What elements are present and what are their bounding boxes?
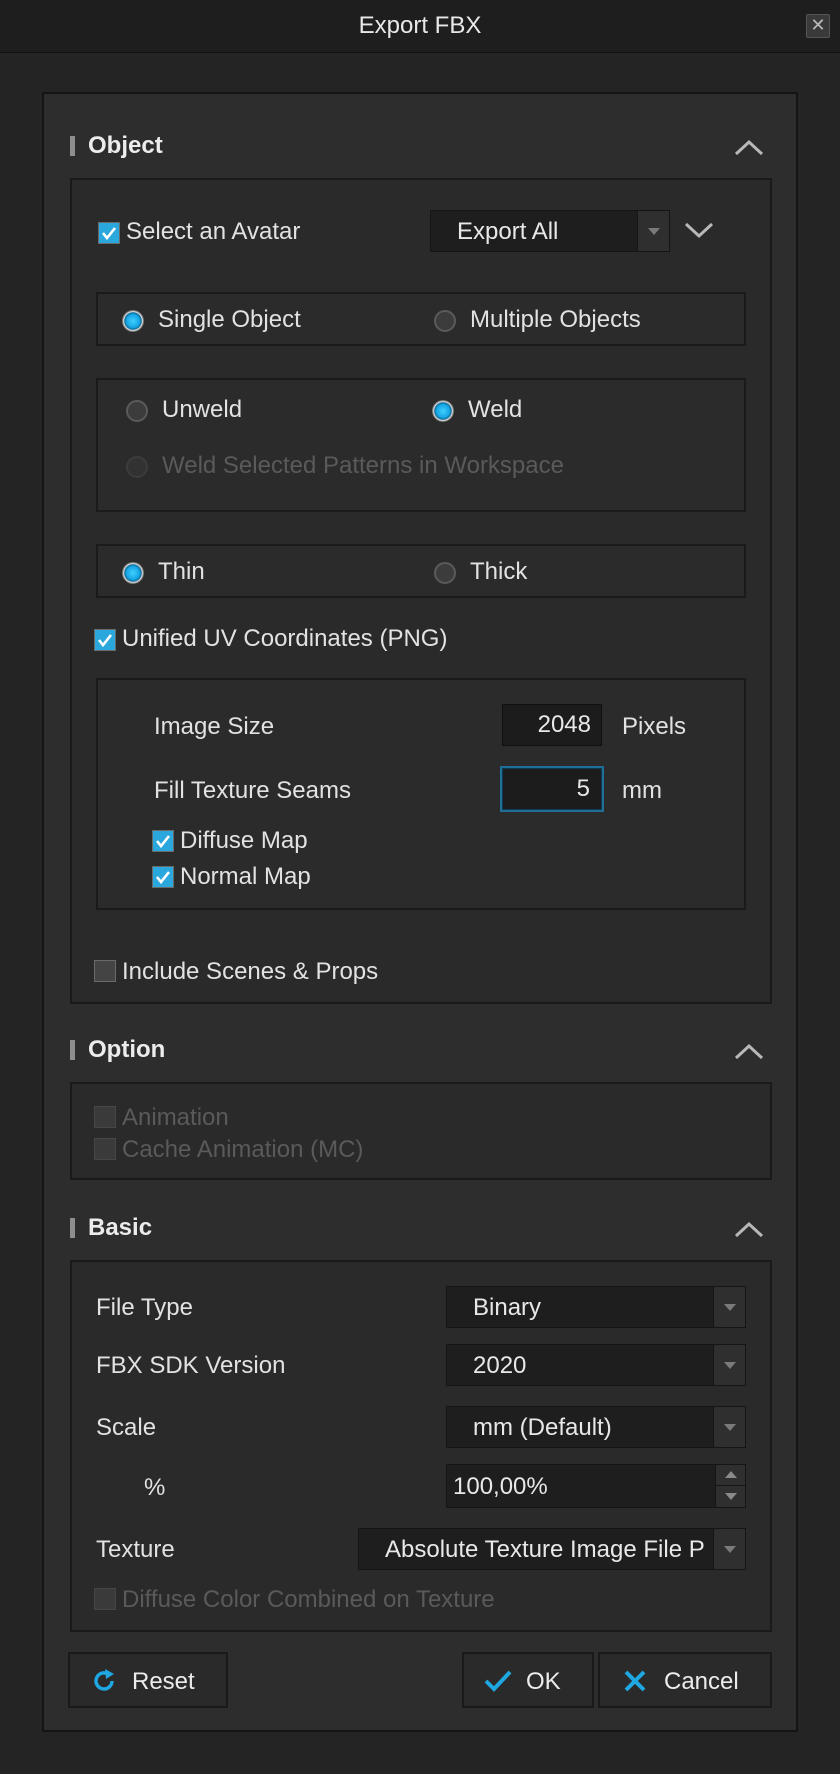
- section-title-basic: Basic: [88, 1214, 153, 1241]
- triangle-down-icon: [637, 211, 669, 251]
- ok-label: OK: [526, 1668, 561, 1695]
- chevron-down-icon[interactable]: [684, 222, 714, 245]
- spin-down-button[interactable]: [715, 1486, 745, 1507]
- reset-button[interactable]: Reset: [68, 1652, 228, 1708]
- file-type-value: Binary: [473, 1294, 542, 1321]
- weld-radio[interactable]: [432, 400, 454, 422]
- checkmark-icon: [484, 1669, 512, 1700]
- single-object-radio[interactable]: [122, 310, 144, 332]
- texture-value: Absolute Texture Image File Path: [385, 1536, 705, 1563]
- animation-checkbox: [94, 1106, 116, 1128]
- unweld-radio[interactable]: [126, 400, 148, 422]
- thin-label: Thin: [158, 558, 205, 585]
- sdk-version-value: 2020: [473, 1352, 527, 1379]
- unified-uv-checkbox[interactable]: [94, 629, 116, 651]
- thin-radio[interactable]: [122, 562, 144, 584]
- chevron-up-icon[interactable]: [734, 1220, 764, 1238]
- x-icon: [624, 1670, 646, 1699]
- percent-spinbox[interactable]: 100,00%: [446, 1464, 746, 1508]
- fill-seams-label: Fill Texture Seams: [154, 777, 351, 804]
- unweld-label: Unweld: [162, 396, 243, 423]
- normal-map-checkbox[interactable]: [152, 866, 174, 888]
- multiple-objects-label: Multiple Objects: [470, 306, 641, 333]
- thick-label: Thick: [470, 558, 528, 585]
- sdk-version-label: FBX SDK Version: [96, 1352, 286, 1379]
- diffuse-map-checkbox[interactable]: [152, 830, 174, 852]
- chevron-up-icon[interactable]: [734, 1042, 764, 1060]
- multiple-objects-radio[interactable]: [434, 310, 456, 332]
- section-title-option: Option: [88, 1036, 166, 1063]
- fill-seams-unit: mm: [622, 777, 662, 804]
- diffuse-combined-checkbox: [94, 1588, 116, 1610]
- ok-button[interactable]: OK: [462, 1652, 594, 1708]
- weld-selected-radio: [126, 456, 148, 478]
- include-scenes-label: Include Scenes & Props: [122, 958, 379, 985]
- window-title: Export FBX: [358, 12, 482, 39]
- image-size-input[interactable]: 2048: [502, 704, 602, 746]
- weld-selected-label: Weld Selected Patterns in Workspace: [162, 452, 564, 479]
- triangle-down-icon: [713, 1407, 745, 1447]
- avatar-dropdown[interactable]: Export All: [430, 210, 670, 252]
- scale-label: Scale: [96, 1414, 157, 1441]
- cache-animation-label: Cache Animation (MC): [122, 1136, 364, 1163]
- percent-label: %: [144, 1474, 166, 1501]
- cache-animation-checkbox: [94, 1138, 116, 1160]
- image-size-label: Image Size: [154, 713, 275, 740]
- chevron-up-icon[interactable]: [734, 138, 764, 156]
- sdk-version-dropdown[interactable]: 2020: [446, 1344, 746, 1386]
- weld-label: Weld: [468, 396, 523, 423]
- section-marker: [70, 136, 75, 156]
- animation-label: Animation: [122, 1104, 229, 1131]
- percent-value: 100,00%: [453, 1473, 548, 1500]
- cancel-button[interactable]: Cancel: [598, 1652, 772, 1708]
- reset-label: Reset: [132, 1668, 195, 1695]
- select-avatar-label: Select an Avatar: [126, 218, 301, 245]
- diffuse-map-label: Diffuse Map: [180, 827, 308, 854]
- refresh-icon: [92, 1668, 118, 1701]
- avatar-dropdown-value: Export All: [457, 218, 559, 245]
- section-marker: [70, 1040, 75, 1060]
- cancel-label: Cancel: [664, 1668, 739, 1695]
- scale-dropdown[interactable]: mm (Default): [446, 1406, 746, 1448]
- unified-uv-label: Unified UV Coordinates (PNG): [122, 625, 448, 652]
- single-object-label: Single Object: [158, 306, 301, 333]
- spin-up-button[interactable]: [715, 1465, 745, 1486]
- triangle-down-icon: [713, 1345, 745, 1385]
- file-type-dropdown[interactable]: Binary: [446, 1286, 746, 1328]
- scale-value: mm (Default): [473, 1414, 612, 1441]
- texture-label: Texture: [96, 1536, 175, 1563]
- normal-map-label: Normal Map: [180, 863, 311, 890]
- diffuse-combined-label: Diffuse Color Combined on Texture: [122, 1586, 495, 1613]
- triangle-down-icon: [713, 1529, 745, 1569]
- section-title-object: Object: [88, 132, 163, 159]
- image-size-unit: Pixels: [622, 713, 687, 740]
- section-marker: [70, 1218, 75, 1238]
- texture-dropdown[interactable]: Absolute Texture Image File Path: [358, 1528, 746, 1570]
- fill-seams-input[interactable]: 5: [500, 766, 604, 812]
- include-scenes-checkbox[interactable]: [94, 960, 116, 982]
- triangle-down-icon: [713, 1287, 745, 1327]
- thick-radio[interactable]: [434, 562, 456, 584]
- select-avatar-checkbox[interactable]: [98, 222, 120, 244]
- close-button[interactable]: ✕: [806, 14, 830, 38]
- file-type-label: File Type: [96, 1294, 193, 1321]
